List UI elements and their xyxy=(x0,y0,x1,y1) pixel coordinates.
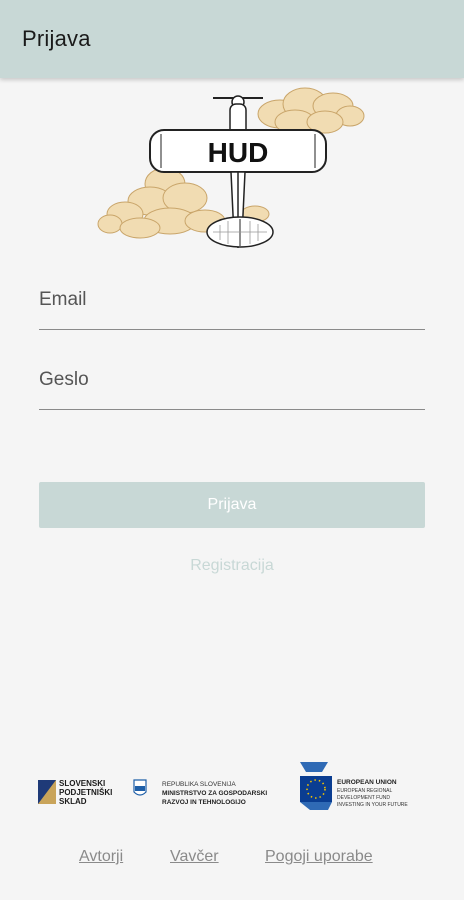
eu-line-4: INVESTING IN YOUR FUTURE xyxy=(337,802,408,808)
terms-link[interactable]: Pogoji uporabe xyxy=(265,848,373,866)
login-button[interactable]: Prijava xyxy=(39,482,425,528)
spirit-line-2: PODJETNIŠKI xyxy=(59,788,112,797)
vavcer-link[interactable]: Vavčer xyxy=(170,848,219,866)
spirit-line-3: SKLAD xyxy=(59,797,87,806)
ministry-logo: REPUBLIKA SLOVENIJA MINISTRSTVO ZA GOSPO… xyxy=(133,779,267,806)
hud-airplane-logo: HUD xyxy=(97,87,365,248)
email-input[interactable] xyxy=(39,280,425,320)
spirit-line-1: SLOVENSKI xyxy=(59,779,105,788)
ministry-line-3: RAZVOJ IN TEHNOLOGIJO xyxy=(162,799,246,806)
ministry-line-2: MINISTRSTVO ZA GOSPODARSKI xyxy=(162,790,267,797)
eu-line-3: DEVELOPMENT FUND xyxy=(337,795,390,801)
password-underline xyxy=(39,408,425,410)
authors-link[interactable]: Avtorji xyxy=(79,848,123,866)
password-field[interactable] xyxy=(39,360,425,410)
ministry-line-1: REPUBLIKA SLOVENIJA xyxy=(162,781,236,788)
logo-text: HUD xyxy=(208,137,269,168)
email-field[interactable] xyxy=(39,280,425,330)
sponsor-logos: SLOVENSKI PODJETNIŠKI SKLAD REPUBLIKA SL… xyxy=(38,762,408,810)
password-input[interactable] xyxy=(39,360,425,400)
eu-line-1: EUROPEAN UNION xyxy=(337,779,397,786)
eu-line-2: EUROPEAN REGIONAL xyxy=(337,788,393,794)
email-underline xyxy=(39,328,425,330)
register-link[interactable]: Registracija xyxy=(0,557,464,575)
eu-logo: EUROPEAN UNION EUROPEAN REGIONAL DEVELOP… xyxy=(300,762,408,810)
page-title: Prijava xyxy=(22,26,91,51)
app-bar: Prijava xyxy=(0,0,464,78)
spirit-logo: SLOVENSKI PODJETNIŠKI SKLAD xyxy=(38,779,112,806)
